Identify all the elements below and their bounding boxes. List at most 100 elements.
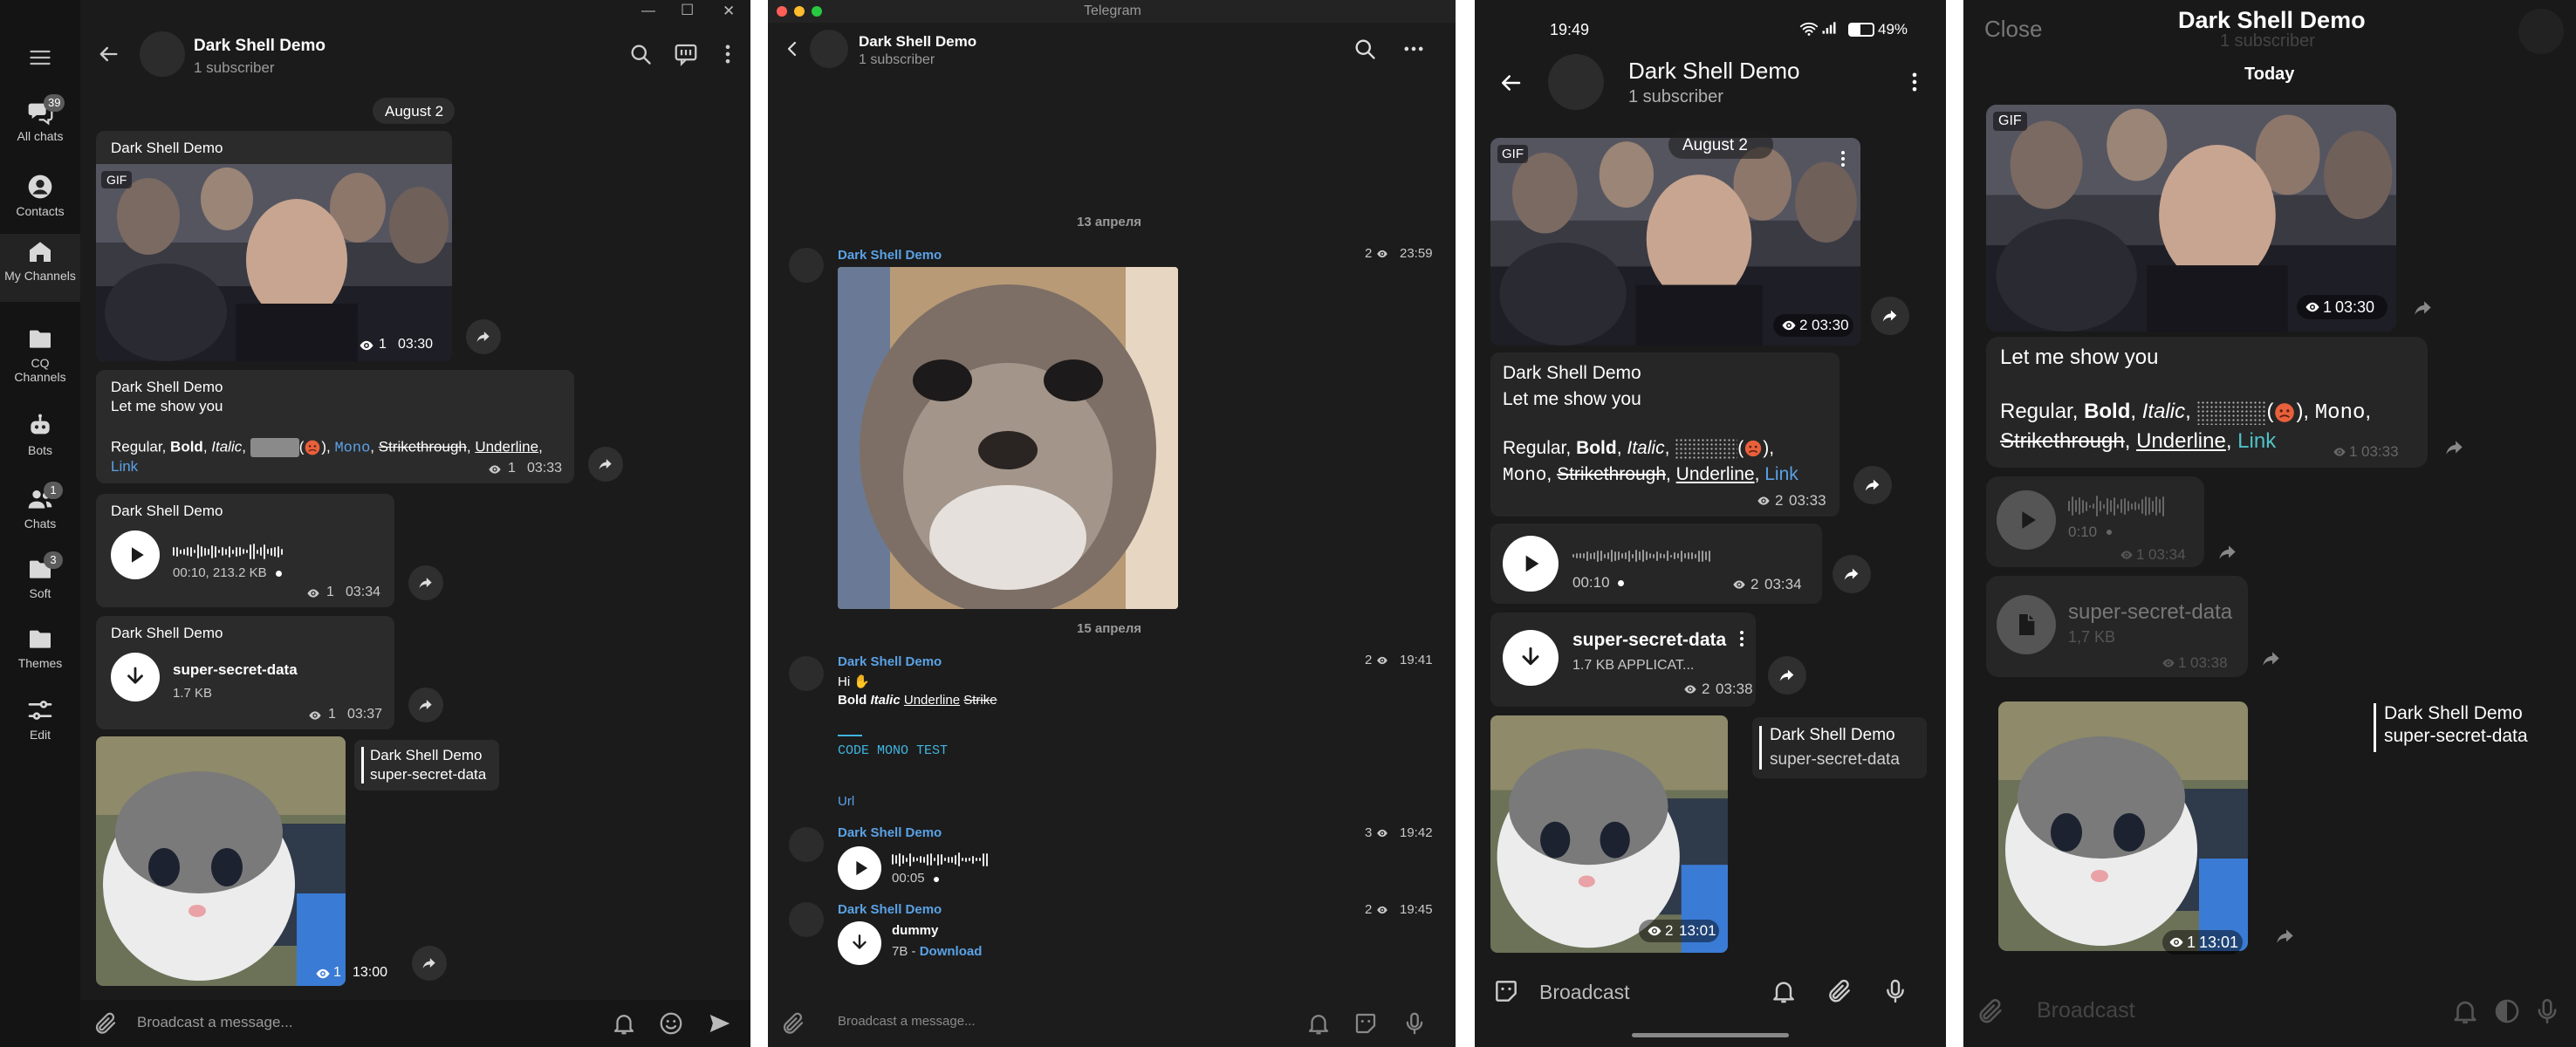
voice-waveform[interactable] (1572, 546, 1710, 565)
sender-name[interactable]: Dark Shell Demo (111, 625, 223, 642)
sidebar-item-all-chats[interactable]: 39 All chats (0, 94, 80, 162)
reply-quote[interactable]: Dark Shell Demo super-secret-data (2374, 701, 2548, 754)
gif-thumbnail[interactable] (96, 164, 452, 361)
share-icon[interactable] (2443, 436, 2466, 459)
sender-name[interactable]: Dark Shell Demo (838, 902, 942, 917)
search-icon[interactable] (628, 42, 653, 66)
minimize-button[interactable]: — (641, 3, 655, 19)
play-button[interactable] (111, 530, 160, 579)
sender-avatar[interactable] (789, 827, 824, 862)
play-button[interactable] (838, 846, 881, 890)
file-name[interactable]: dummy (892, 923, 938, 938)
voice-waveform[interactable] (892, 850, 988, 869)
voice-waveform[interactable] (2068, 494, 2164, 518)
more-horizontal-icon[interactable] (1401, 37, 1426, 61)
share-icon[interactable] (2216, 541, 2239, 564)
share-button[interactable] (412, 946, 447, 981)
attach-icon[interactable] (1826, 977, 1853, 1005)
file-message[interactable]: super-secret-data 1.7 KB APPLICAT... 2 0… (1490, 612, 1756, 707)
channel-avatar[interactable] (140, 31, 185, 77)
sticker-icon[interactable] (1492, 977, 1520, 1005)
channel-title[interactable]: Dark Shell Demo (859, 33, 976, 51)
bell-icon[interactable] (2450, 996, 2480, 1026)
kitten-photo[interactable] (1998, 701, 2248, 951)
url-link[interactable]: Url (838, 794, 854, 809)
text-message[interactable]: Dark Shell Demo Let me show you Regular,… (1490, 352, 1840, 517)
download-button[interactable] (838, 921, 881, 965)
sender-name[interactable]: Dark Shell Demo (111, 379, 223, 396)
file-name[interactable]: super-secret-data (173, 661, 298, 679)
text-message[interactable]: Let me show you Regular, Bold, Italic, (… (1986, 337, 2428, 468)
share-icon[interactable] (2260, 647, 2283, 670)
emoji-icon[interactable] (658, 1010, 684, 1037)
play-button[interactable] (1503, 536, 1559, 592)
sidebar-item-contacts[interactable]: Contacts (0, 169, 80, 237)
channel-avatar[interactable] (2518, 9, 2564, 54)
back-arrow-icon[interactable] (1497, 70, 1524, 96)
mic-icon[interactable] (1881, 977, 1909, 1005)
kitten-photo[interactable] (1490, 715, 1728, 953)
share-button[interactable] (1871, 297, 1909, 335)
mic-icon[interactable] (2532, 996, 2562, 1026)
attach-icon[interactable] (780, 1010, 806, 1037)
sidebar-item-soft[interactable]: 3 Soft (0, 551, 80, 619)
spoiler-text[interactable] (2196, 400, 2267, 425)
file-message[interactable]: super-secret-data 1,7 KB 1 03:38 (1986, 576, 2248, 677)
more-vertical-icon[interactable] (716, 42, 740, 66)
maximize-button[interactable]: ☐ (681, 2, 694, 19)
back-arrow-icon[interactable] (96, 42, 120, 66)
timer-icon[interactable] (2492, 996, 2522, 1026)
channel-avatar[interactable] (1548, 54, 1604, 110)
sidebar-item-bots[interactable]: Bots (0, 408, 80, 476)
sender-avatar[interactable] (789, 656, 824, 691)
code-block[interactable]: CODE MONO TEST (838, 743, 948, 758)
bell-icon[interactable] (611, 1010, 637, 1037)
link-text[interactable]: Link (2237, 429, 2276, 453)
sender-avatar[interactable] (789, 902, 824, 937)
more-vertical-icon[interactable] (1833, 148, 1853, 169)
spoiler-text[interactable] (250, 438, 299, 457)
reply-quote[interactable]: Dark Shell Demo super-secret-data (354, 740, 499, 790)
attach-icon[interactable] (1976, 996, 2005, 1026)
file-name[interactable]: super-secret-data (1572, 630, 1726, 651)
sidebar-item-edit[interactable]: Edit (0, 693, 80, 761)
sidebar-item-themes[interactable]: Themes (0, 621, 80, 689)
gif-message[interactable]: Dark Shell Demo GIF 1 03:30 (96, 131, 452, 361)
text-message[interactable]: Dark Shell Demo Let me show you Regular,… (96, 370, 574, 483)
bell-icon[interactable] (1305, 1010, 1332, 1037)
spoiler-text[interactable] (1675, 438, 1738, 460)
kitten-photo[interactable] (96, 736, 346, 986)
voice-message[interactable]: Dark Shell Demo 00:10, 213.2 KB 1 03:34 (96, 494, 394, 607)
menu-icon[interactable] (28, 45, 52, 70)
voice-message[interactable]: 0:10 1 03:34 (1986, 476, 2204, 567)
mono-text[interactable]: Mono (2315, 401, 2366, 425)
share-button[interactable] (1853, 466, 1892, 504)
sender-avatar[interactable] (789, 248, 824, 283)
comments-icon[interactable] (673, 41, 699, 67)
sidebar-item-cq-channels[interactable]: CQ Channels (0, 321, 80, 389)
bell-icon[interactable] (1770, 977, 1798, 1005)
share-button[interactable] (588, 447, 623, 482)
mono-text[interactable]: Mono (334, 440, 370, 456)
mic-icon[interactable] (1401, 1010, 1428, 1037)
download-button[interactable] (1503, 630, 1559, 686)
channel-title[interactable]: Dark Shell Demo (2178, 7, 2366, 34)
file-name[interactable]: super-secret-data (2068, 600, 2232, 625)
sender-name[interactable]: Dark Shell Demo (111, 503, 223, 520)
share-icon[interactable] (2412, 297, 2435, 319)
share-button[interactable] (1768, 656, 1806, 695)
reply-quote[interactable]: Dark Shell Demo super-secret-data (1752, 717, 1927, 778)
file-icon-button[interactable] (1997, 595, 2056, 654)
sender-name[interactable]: Dark Shell Demo (1503, 363, 1641, 384)
squirrel-photo[interactable] (838, 267, 1178, 609)
sticker-icon[interactable] (1353, 1010, 1379, 1037)
more-vertical-icon[interactable] (1731, 628, 1752, 649)
message-input[interactable]: Broadcast a message... (838, 1014, 976, 1029)
link-text[interactable]: Link (1764, 464, 1798, 484)
channel-avatar[interactable] (810, 30, 848, 68)
share-button[interactable] (408, 688, 443, 722)
sender-name[interactable]: Dark Shell Demo (111, 140, 223, 157)
message-input[interactable]: Broadcast a message... (137, 1014, 293, 1031)
download-link[interactable]: Download (920, 944, 983, 959)
link-text[interactable]: Link (111, 458, 138, 476)
